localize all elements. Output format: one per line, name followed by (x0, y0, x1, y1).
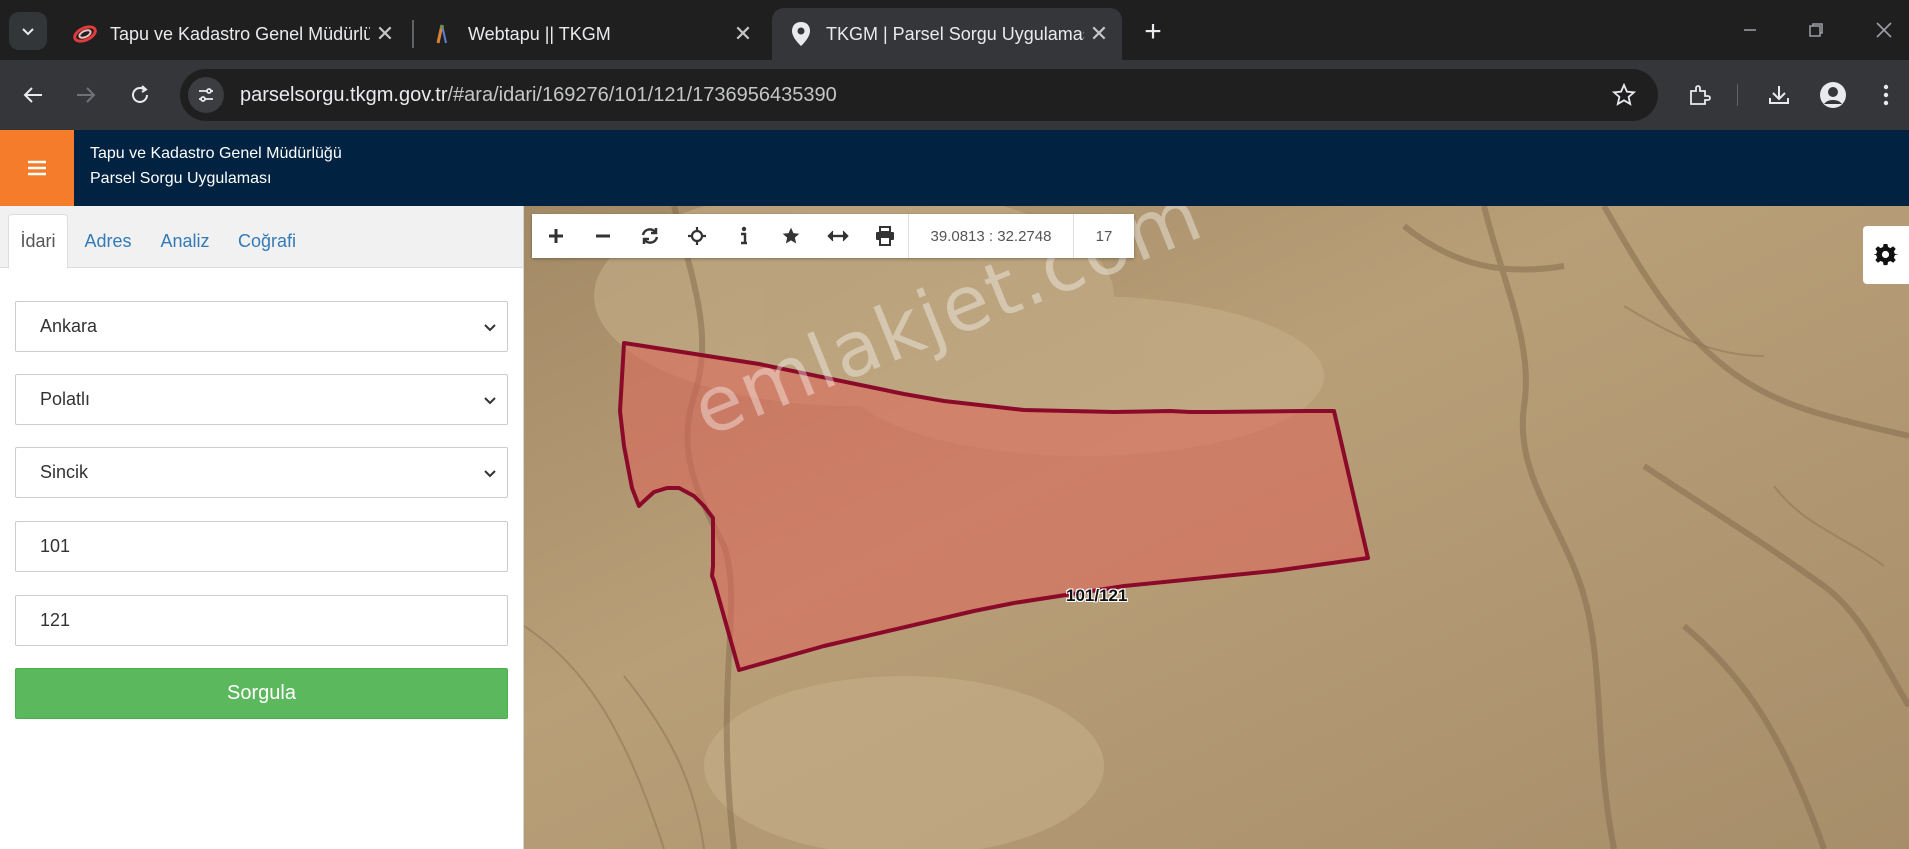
profile-button[interactable] (1813, 75, 1853, 115)
block-number-value: 101 (40, 536, 71, 556)
browser-tab-tkgm[interactable]: Tapu ve Kadastro Genel Müdürlüğü ✕ (56, 8, 408, 60)
parcel-number-input[interactable]: 121 (15, 595, 508, 646)
measure-icon[interactable] (814, 214, 861, 258)
tab-search-button[interactable] (9, 12, 47, 50)
star-icon[interactable] (767, 214, 814, 258)
query-panel: İdari Adres Analiz Coğrafi Ankara Polatl… (0, 206, 524, 849)
parcel-number-value: 121 (40, 610, 71, 630)
toolbar-divider (1737, 84, 1738, 106)
district-select[interactable]: Polatlı (15, 374, 508, 425)
url-path: /#ara/idari/169276/101/121/1736956435390 (447, 83, 837, 106)
close-tab-icon[interactable]: ✕ (370, 19, 400, 49)
browser-tab-strip: Tapu ve Kadastro Genel Müdürlüğü ✕ Webta… (0, 0, 1909, 60)
bookmark-star-icon[interactable] (1610, 81, 1638, 109)
chevron-down-icon (484, 397, 496, 405)
tab-analiz[interactable]: Analiz (152, 214, 218, 269)
download-icon (1769, 86, 1789, 104)
map-view[interactable]: emlakjet.com 101/121 39.0813 : 32.2748 1… (524, 206, 1909, 849)
zoom-in-icon[interactable] (532, 214, 579, 258)
gear-icon (1874, 243, 1898, 266)
info-icon[interactable] (720, 214, 767, 258)
neighborhood-select[interactable]: Sincik (15, 447, 508, 498)
app-header: Tapu ve Kadastro Genel Müdürlüğü Parsel … (0, 130, 1909, 206)
extensions-button[interactable] (1679, 75, 1719, 115)
chevron-down-icon (22, 28, 34, 36)
map-pin-icon (788, 21, 814, 47)
avatar-icon (1820, 82, 1846, 108)
tab-idari[interactable]: İdari (8, 214, 68, 269)
puzzle-icon (1690, 85, 1711, 105)
browser-tab-webtapu[interactable]: Webtapu || TKGM ✕ (414, 8, 766, 60)
arrow-left-icon (23, 87, 42, 103)
new-tab-button[interactable]: + (1136, 15, 1170, 49)
site-info-button[interactable] (188, 77, 224, 113)
tab-title: Webtapu || TKGM (468, 23, 611, 44)
reload-icon (132, 85, 148, 103)
url-host: parselsorgu.tkgm.gov.tr (240, 83, 448, 106)
refresh-icon[interactable] (626, 214, 673, 258)
map-toolbar: 39.0813 : 32.2748 17 (532, 214, 1134, 258)
url-text[interactable]: parselsorgu.tkgm.gov.tr/#ara/idari/16927… (240, 84, 837, 107)
tab-title: Tapu ve Kadastro Genel Müdürlüğü (110, 23, 370, 44)
query-tabs: İdari Adres Analiz Coğrafi (0, 206, 523, 269)
tune-icon (199, 88, 213, 102)
arrow-right-icon (77, 87, 96, 103)
forward-button[interactable] (66, 75, 106, 115)
block-number-input[interactable]: 101 (15, 521, 508, 572)
browser-tab-parsel-sorgu[interactable]: TKGM | Parsel Sorgu Uygulaması ✕ (772, 8, 1122, 60)
tab-adres[interactable]: Adres (76, 214, 140, 269)
webtapu-icon (430, 21, 456, 47)
tab-cografi[interactable]: Coğrafi (228, 214, 306, 269)
downloads-button[interactable] (1759, 75, 1799, 115)
query-button[interactable]: Sorgula (15, 668, 508, 719)
address-bar[interactable]: parselsorgu.tkgm.gov.tr/#ara/idari/16927… (180, 69, 1658, 121)
map-settings-button[interactable] (1863, 226, 1909, 284)
hamburger-icon (28, 160, 46, 176)
browser-menu-button[interactable] (1866, 75, 1906, 115)
neighborhood-value: Sincik (40, 462, 89, 482)
browser-toolbar: parselsorgu.tkgm.gov.tr/#ara/idari/16927… (0, 60, 1909, 130)
organization-name: Tapu ve Kadastro Genel Müdürlüğü (90, 145, 342, 162)
more-vert-icon (1883, 84, 1889, 106)
close-tab-icon[interactable]: ✕ (728, 19, 758, 49)
application-name: Parsel Sorgu Uygulaması (90, 170, 272, 187)
tkgm-swirl-icon (72, 21, 98, 47)
minimize-window-icon[interactable] (1730, 12, 1770, 48)
reload-button[interactable] (120, 75, 160, 115)
chevron-down-icon (484, 470, 496, 478)
province-select[interactable]: Ankara (15, 301, 508, 352)
locate-icon[interactable] (673, 214, 720, 258)
district-value: Polatlı (40, 389, 91, 409)
zoom-level-readout: 17 (1095, 227, 1113, 245)
close-tab-icon[interactable]: ✕ (1084, 19, 1114, 49)
province-value: Ankara (40, 316, 98, 336)
chevron-down-icon (484, 324, 496, 332)
satellite-imagery (524, 206, 1909, 849)
close-window-icon[interactable] (1864, 12, 1904, 48)
parcel-label: 101/121 (1066, 586, 1128, 605)
tab-title: TKGM | Parsel Sorgu Uygulaması (826, 23, 1084, 44)
coordinates-readout: 39.0813 : 32.2748 (908, 214, 1074, 258)
menu-button[interactable] (0, 130, 74, 206)
restore-window-icon[interactable] (1796, 12, 1836, 48)
back-button[interactable] (13, 75, 53, 115)
zoom-out-icon[interactable] (579, 214, 626, 258)
print-icon[interactable] (861, 214, 908, 258)
